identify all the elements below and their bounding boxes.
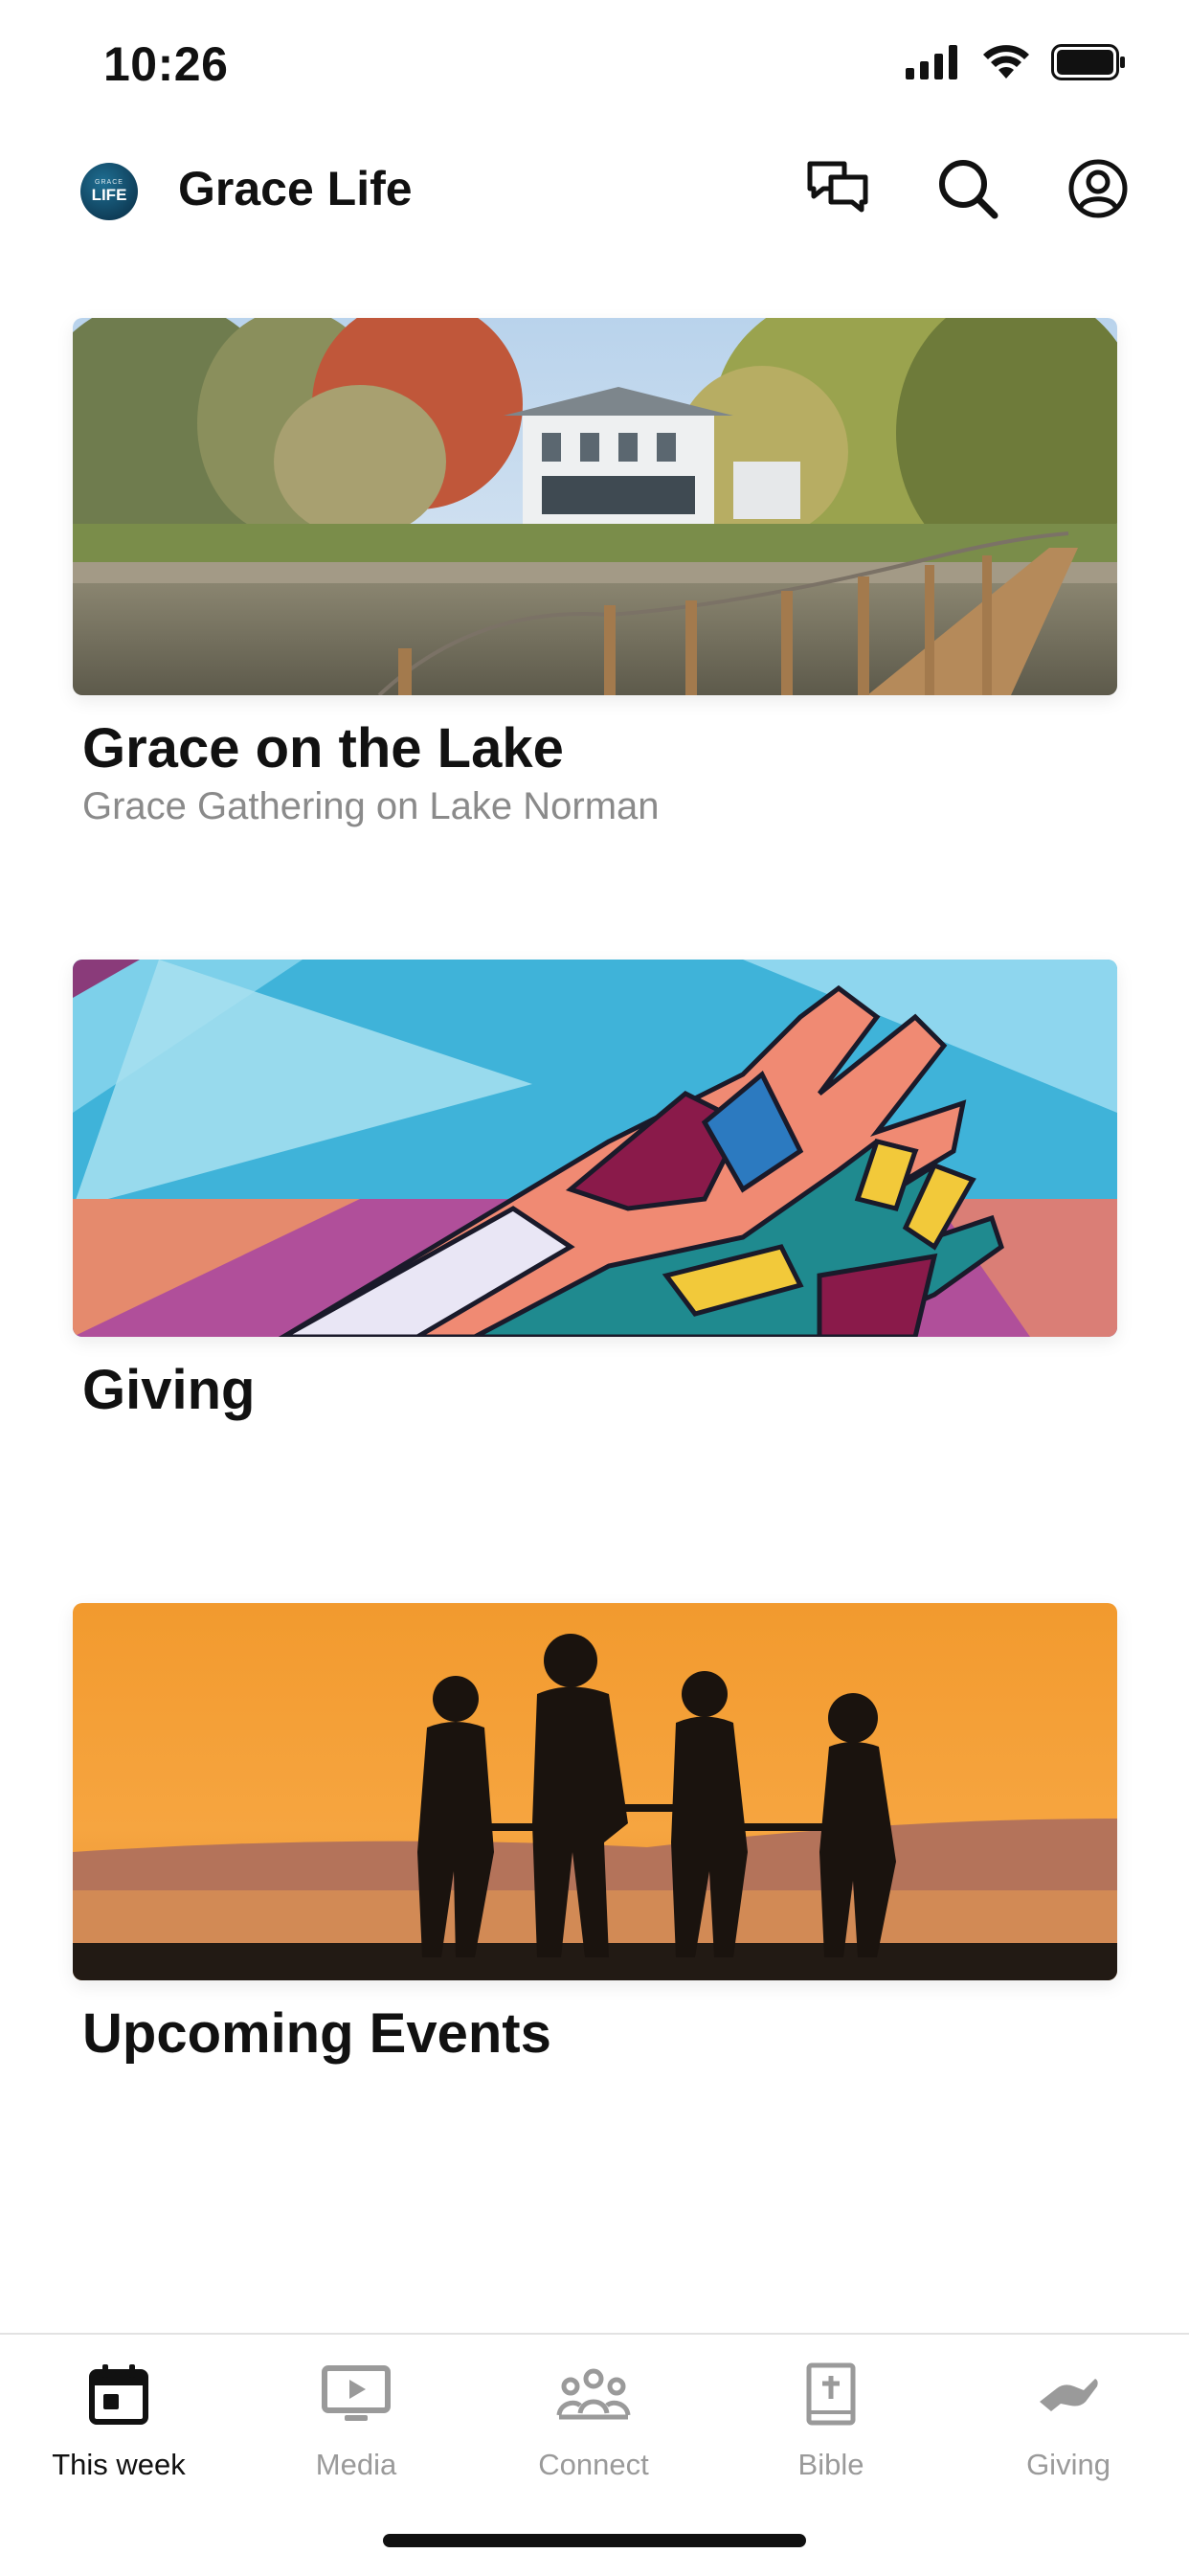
- search-icon: [937, 158, 998, 224]
- bible-cross-icon: [806, 2362, 856, 2430]
- battery-icon: [1051, 44, 1126, 85]
- profile-icon: [1067, 158, 1129, 224]
- wifi-icon: [982, 44, 1030, 85]
- tab-bible[interactable]: Bible: [712, 2358, 950, 2482]
- logo-small-text: GRACE: [95, 179, 123, 186]
- status-time: 10:26: [103, 37, 229, 91]
- tab-this-week[interactable]: This week: [0, 2358, 237, 2482]
- card-title: Upcoming Events: [82, 2002, 551, 2065]
- tab-media[interactable]: Media: [237, 2358, 475, 2482]
- status-icons: [906, 44, 1126, 85]
- page-title: Grace Life: [178, 162, 413, 215]
- chat-icon: [806, 160, 869, 222]
- tv-play-icon: [322, 2364, 391, 2428]
- calendar-icon: [88, 2362, 149, 2430]
- cellular-signal-icon: [906, 45, 961, 84]
- tab-label: Media: [315, 2448, 397, 2481]
- status-bar: 10:26: [0, 0, 1189, 134]
- tab-label: Connect: [538, 2448, 649, 2481]
- search-button[interactable]: [934, 157, 1001, 224]
- profile-button[interactable]: [1065, 157, 1132, 224]
- messages-button[interactable]: [804, 157, 871, 224]
- tab-giving[interactable]: Giving: [950, 2358, 1187, 2482]
- header-actions: [804, 157, 1132, 224]
- card-giving[interactable]: Giving: [73, 960, 1117, 1421]
- card-subtitle: Grace Gathering on Lake Norman: [82, 785, 660, 827]
- card-title: Giving: [82, 1359, 256, 1421]
- tab-label: This week: [52, 2448, 186, 2481]
- tab-label: Bible: [797, 2448, 864, 2481]
- sunset-silhouette-family-image[interactable]: [73, 1603, 1117, 1980]
- app-header: GRACE LIFE Grace Life: [0, 134, 1189, 249]
- giving-hand-icon: [1036, 2373, 1101, 2420]
- tab-connect[interactable]: Connect: [475, 2358, 712, 2482]
- hands-mural-image[interactable]: [73, 960, 1117, 1337]
- card-grace-on-the-lake[interactable]: Grace on the Lake Grace Gathering on Lak…: [73, 318, 1117, 829]
- logo-big-text: LIFE: [91, 186, 127, 204]
- lake-house-dock-image[interactable]: [73, 318, 1117, 695]
- card-title: Grace on the Lake: [82, 717, 564, 780]
- home-indicator[interactable]: [383, 2534, 806, 2547]
- people-group-icon: [555, 2367, 632, 2426]
- app-logo[interactable]: GRACE LIFE: [80, 163, 138, 220]
- tab-label: Giving: [1026, 2448, 1110, 2481]
- card-upcoming-events[interactable]: Upcoming Events: [73, 1603, 1117, 2065]
